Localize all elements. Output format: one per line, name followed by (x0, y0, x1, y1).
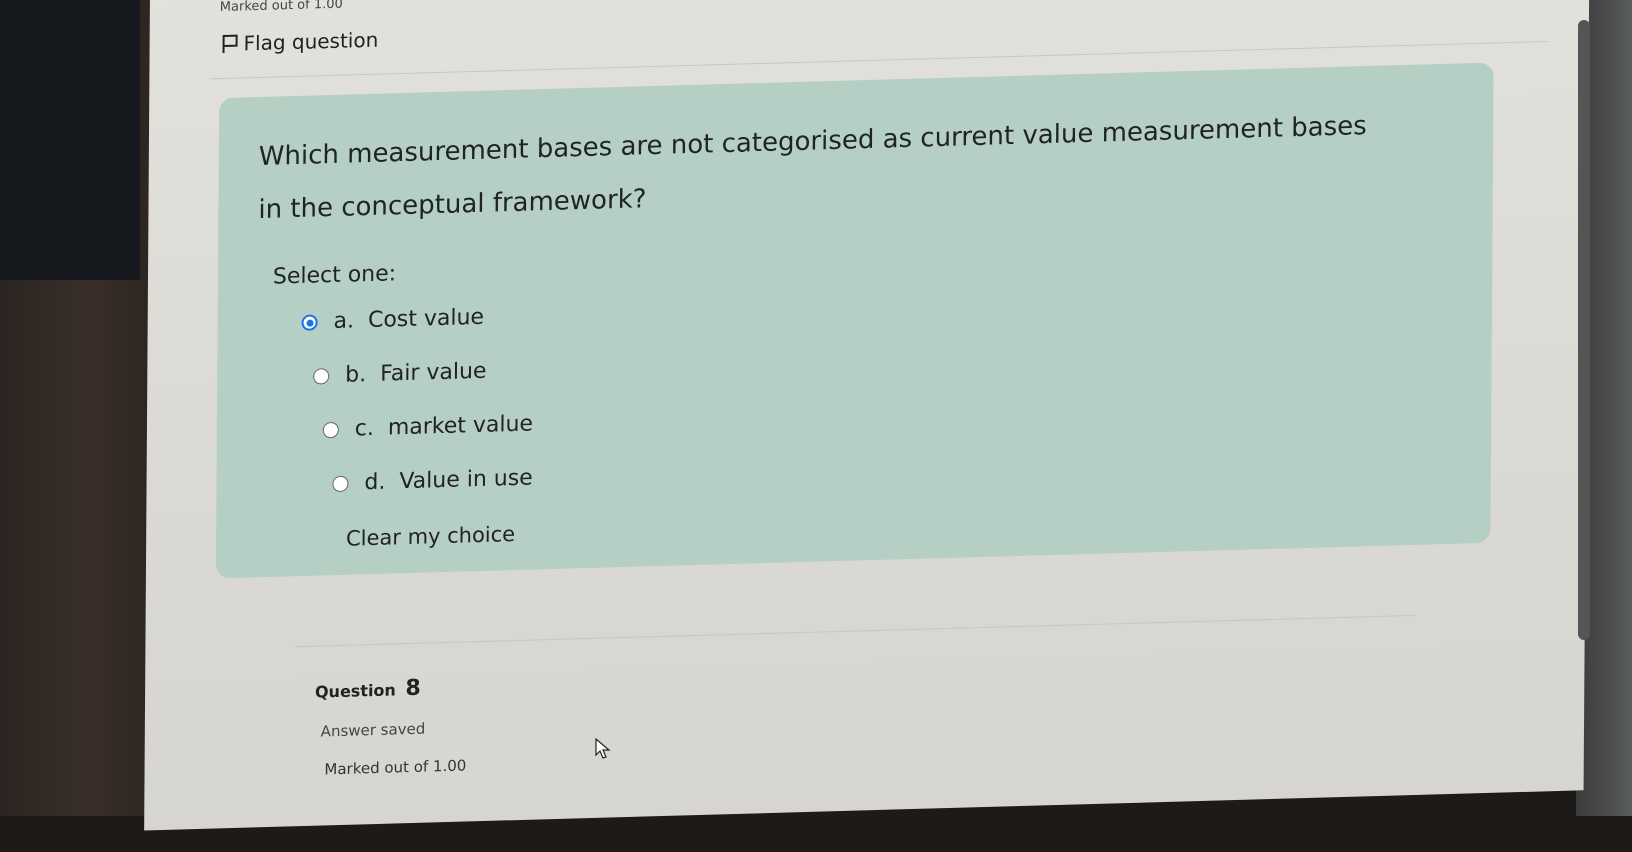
question-number-label: Question 8 (315, 676, 421, 704)
scrollbar[interactable] (1578, 20, 1590, 640)
option-label: market value (387, 411, 534, 441)
radio-a[interactable] (301, 313, 318, 331)
mouse-pointer-icon (595, 738, 611, 759)
option-letter: a. (333, 308, 355, 335)
answer-option-c[interactable]: c. market value (322, 411, 534, 442)
question-word: Question (314, 680, 396, 702)
answer-option-a[interactable]: a. Cost value (301, 304, 485, 335)
flag-icon (222, 34, 238, 53)
flag-question-label: Flag question (243, 27, 379, 56)
answer-option-d[interactable]: d. Value in use (332, 465, 533, 496)
select-one-label: Select one: (272, 261, 397, 290)
flag-question-button[interactable]: Flag question (221, 28, 378, 56)
radio-b[interactable] (313, 367, 330, 385)
option-letter: b. (345, 362, 367, 388)
radio-d[interactable] (332, 475, 349, 492)
marked-out-label-2: Marked out of 1.00 (324, 756, 467, 779)
monitor-bezel-corner (0, 0, 140, 280)
quiz-page: Marked out of 1.00 Flag question Which m… (144, 0, 1590, 848)
answer-option-b[interactable]: b. Fair value (313, 358, 487, 389)
radio-c[interactable] (322, 421, 339, 438)
question-number: 8 (405, 675, 421, 702)
option-letter: c. (354, 415, 374, 442)
clear-choice-link[interactable]: Clear my choice (346, 522, 515, 551)
option-label: Cost value (367, 304, 485, 334)
option-letter: d. (364, 469, 386, 496)
option-label: Value in use (399, 465, 533, 495)
next-question-info: Question 8 Answer saved Marked out of 1.… (293, 614, 1415, 848)
question-content: Which measurement bases are not categori… (215, 62, 1494, 579)
answer-status: Answer saved (320, 719, 426, 741)
marked-out-label: Marked out of 1.00 (219, 0, 343, 16)
option-label: Fair value (380, 358, 487, 387)
question-text: Which measurement bases are not categori… (258, 98, 1458, 238)
